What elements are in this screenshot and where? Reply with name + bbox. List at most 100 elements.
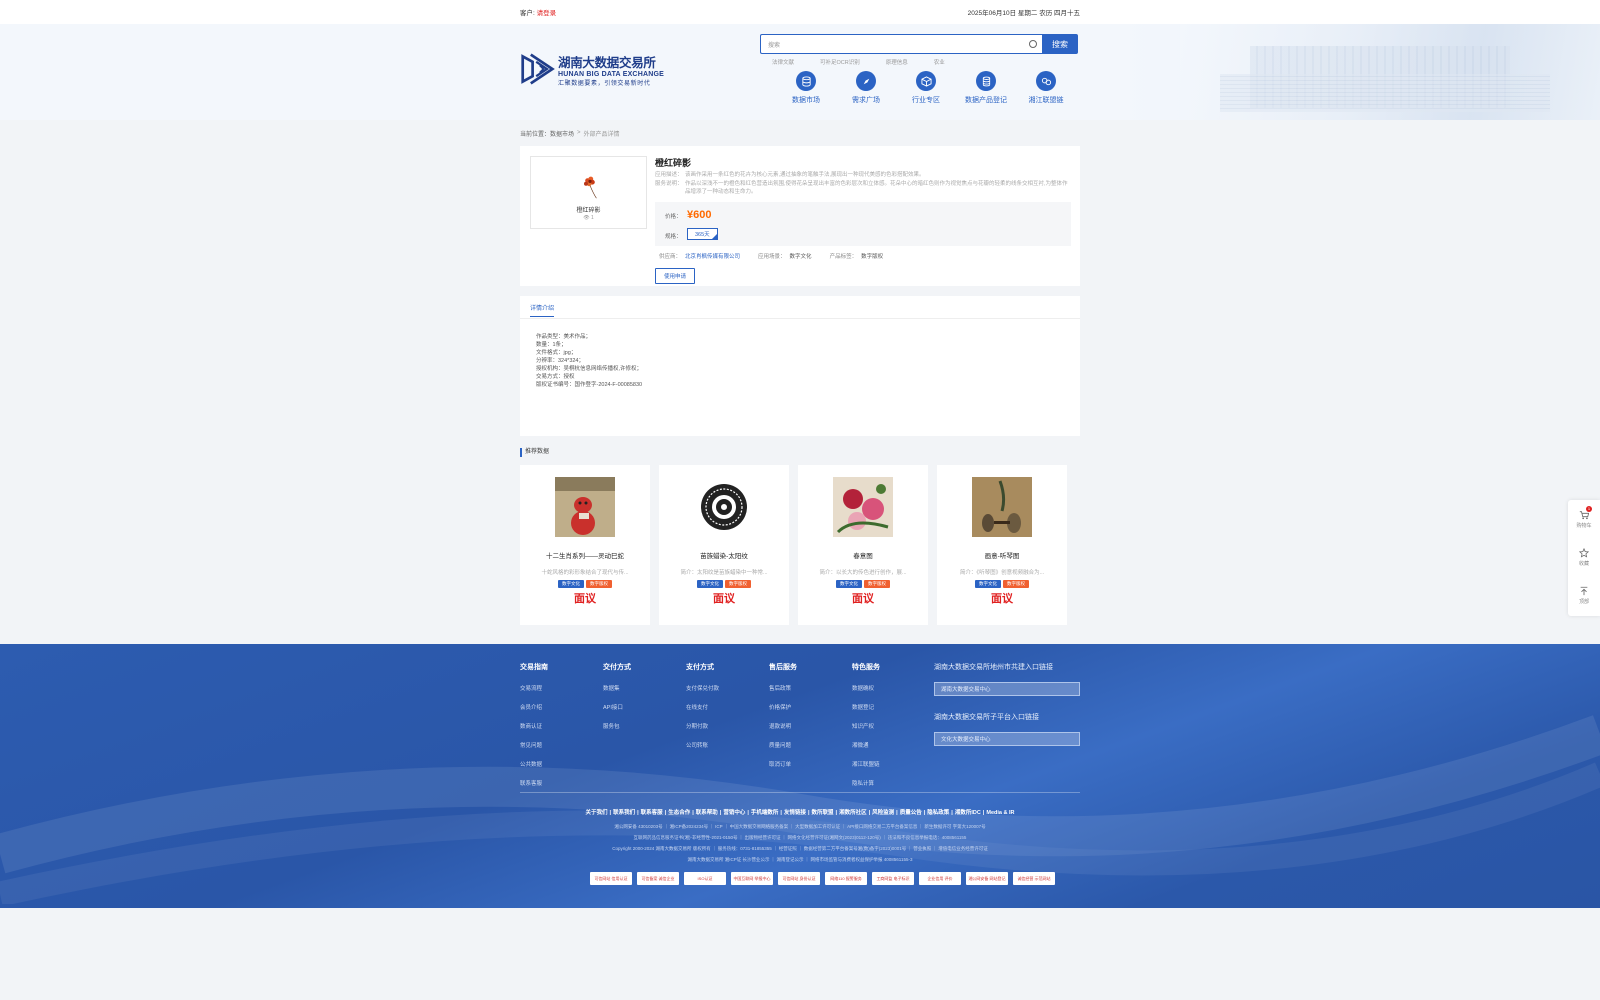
- nav-industry-zone[interactable]: 行业专区: [896, 71, 956, 105]
- footer-link[interactable]: 会员介绍: [520, 703, 603, 711]
- nav-data-market[interactable]: 数据市场: [776, 71, 836, 105]
- hot-word[interactable]: 法律文献: [772, 58, 794, 66]
- footer-link[interactable]: 分期付款: [686, 722, 769, 730]
- search-input[interactable]: 搜索: [760, 34, 1042, 54]
- recommend-tag: 数字版权: [1003, 580, 1029, 588]
- tag-label: 产品标签：: [829, 254, 858, 261]
- spec-option[interactable]: 365天: [687, 228, 718, 241]
- hot-word[interactable]: 农业: [934, 58, 945, 66]
- cart-button[interactable]: 1 购物车: [1568, 500, 1600, 538]
- footer-link[interactable]: 退款说明: [769, 722, 852, 730]
- footer-link[interactable]: 数商认证: [520, 722, 603, 730]
- recommend-tag: 数字版权: [864, 580, 890, 588]
- footer-bottom-link[interactable]: 营销中心: [723, 810, 745, 816]
- footer-link[interactable]: 数据集: [603, 684, 686, 692]
- footer-link[interactable]: 联系客服: [520, 779, 603, 787]
- detail-body: 作品类型：美术作品； 数量：1条； 文件格式：jpg； 分辨率：324*324；…: [520, 319, 1080, 403]
- tab-detail[interactable]: 详情介绍: [530, 303, 555, 317]
- product-desc-row: 应用描述： 该画作采用一条红色的花卉为核心元素,通过抽象的笔触手法,展现出一种现…: [655, 172, 1071, 179]
- certification-badge[interactable]: 工商网监 电子标识: [872, 872, 914, 885]
- recommend-card[interactable]: 苗族蜡染-太阳纹 简介：太阳纹是苗族蜡染中一种常... 数字文化 数字版权 面议: [659, 465, 789, 625]
- footer-link[interactable]: 取消订单: [769, 760, 852, 768]
- footer-link[interactable]: 交易流程: [520, 684, 603, 692]
- link-separator: |: [747, 810, 749, 816]
- tag-value: 数字版权: [861, 254, 884, 261]
- footer-bottom-link[interactable]: 生态合作: [668, 810, 690, 816]
- recommend-tag: 数字文化: [836, 580, 862, 588]
- apply-button[interactable]: 使用申请: [655, 268, 696, 285]
- detail-line: 数量：1条；: [536, 342, 567, 348]
- footer-col: 交付方式 数据集 API接口 服务包: [603, 662, 686, 798]
- footer-bottom-link[interactable]: 湘数所社区: [839, 810, 867, 816]
- footer-bottom-link[interactable]: 质量公告: [900, 810, 922, 816]
- site-logo[interactable]: 湖南大数据交易所 HUNAN BIG DATA EXCHANGE 汇聚数据要素，…: [520, 51, 664, 87]
- back-to-top-button[interactable]: 顶部: [1568, 576, 1600, 614]
- footer-col-title: 售后服务: [769, 664, 797, 671]
- recommend-desc: 十蛇风格的彩形象结合了现代与传...: [541, 570, 629, 576]
- footer-bottom-link[interactable]: 数所联盟: [812, 810, 834, 816]
- recommend-name: 十二生肖系列——灵动巳蛇: [546, 553, 624, 560]
- footer-bottom-link[interactable]: 联系客服: [641, 810, 663, 816]
- footer-link[interactable]: 价格保护: [769, 703, 852, 711]
- footer-link[interactable]: 知识产权: [852, 722, 935, 730]
- footer-bottom-link[interactable]: 手机端数所: [751, 810, 779, 816]
- footer-link[interactable]: 在线支付: [686, 703, 769, 711]
- footer-bottom-link[interactable]: 联系帮助: [696, 810, 718, 816]
- nav-product-register[interactable]: 数据产品登记: [956, 71, 1016, 105]
- footer-link[interactable]: 湘江联盟链: [852, 760, 935, 768]
- footer-link[interactable]: 售后政策: [769, 684, 852, 692]
- sub-platform-select[interactable]: 文化大数据交易中心: [934, 732, 1080, 746]
- search-icon[interactable]: [1029, 40, 1037, 48]
- footer-link[interactable]: 数据确权: [852, 684, 935, 692]
- footer-link[interactable]: 常见问题: [520, 741, 603, 749]
- footer-link[interactable]: 湘微通: [852, 741, 935, 749]
- recommend-name: 春意图: [853, 553, 873, 560]
- certification-badge[interactable]: 可信网站 身份认证: [778, 872, 820, 885]
- certification-badge[interactable]: 网络110 报警服务: [825, 872, 867, 885]
- recommend-card[interactable]: 十二生肖系列——灵动巳蛇 十蛇风格的彩形象结合了现代与传... 数字文化 数字版权…: [520, 465, 650, 625]
- footer-link[interactable]: 数据登记: [852, 703, 935, 711]
- footer-link[interactable]: API接口: [603, 703, 686, 711]
- footer-bottom-link[interactable]: 隐私政策: [927, 810, 949, 816]
- login-link[interactable]: 请登录: [537, 10, 557, 17]
- certification-badge[interactable]: 湘公网安备 网站登记: [966, 872, 1008, 885]
- certification-badge[interactable]: 可信备案 诚信企业: [637, 872, 679, 885]
- favorite-button[interactable]: 收藏: [1568, 538, 1600, 576]
- certification-badge[interactable]: 中国互联网 举报中心: [731, 872, 773, 885]
- recommend-card[interactable]: 画意-听琴图 简介：《听琴图》创意视频融合为... 数字文化 数字版权 面议: [937, 465, 1067, 625]
- certification-badge[interactable]: 可信网站 信用认证: [590, 872, 632, 885]
- supplier-link[interactable]: 北京肖枫传媒有限公司: [685, 252, 740, 260]
- nav-chain[interactable]: 湘江联盟链: [1016, 71, 1076, 105]
- hot-word[interactable]: 原理信息: [886, 58, 908, 66]
- footer-bottom-link[interactable]: 关于我们: [586, 810, 608, 816]
- certification-badge[interactable]: 企业信用 评价: [919, 872, 961, 885]
- recommend-card[interactable]: 春意图 简介：以长大的传色进行创作，展... 数字文化 数字版权 面议: [798, 465, 928, 625]
- recommend-price: 面议: [991, 593, 1013, 605]
- footer-link[interactable]: 公共数据: [520, 760, 603, 768]
- city-entry-select[interactable]: 湖南大数据交易中心: [934, 682, 1080, 696]
- favorite-label: 收藏: [1578, 561, 1589, 567]
- footer-link[interactable]: 公司转账: [686, 741, 769, 749]
- footer-bottom-link[interactable]: 风险监测: [872, 810, 894, 816]
- certification-badge[interactable]: 诚信经营 示范网站: [1013, 872, 1055, 885]
- hot-word[interactable]: 可补足OCR识别: [820, 58, 860, 66]
- footer-link[interactable]: 支付保兑付款: [686, 684, 769, 692]
- footer-link[interactable]: 服务包: [603, 722, 686, 730]
- footer-bottom-link[interactable]: 友情链接: [784, 810, 806, 816]
- detail-line: 分辨率：324*324；: [536, 358, 584, 364]
- nav-demand-square[interactable]: 需求广场: [836, 71, 896, 105]
- product-image[interactable]: 橙红碎影 👁 1: [530, 156, 647, 229]
- footer-bottom-link[interactable]: 联系我们: [613, 810, 635, 816]
- main-nav: 数据市场 需求广场 行业专区 数据产品登记 湘江联盟链: [776, 71, 1076, 105]
- footer-link[interactable]: 质量问题: [769, 741, 852, 749]
- detail-line: 文件格式：jpg；: [536, 350, 577, 356]
- recommend-name: 苗族蜡染-太阳纹: [700, 553, 748, 560]
- footer-bottom-link[interactable]: 湘数所IDC: [955, 810, 981, 816]
- breadcrumb-link[interactable]: 数据市场: [550, 129, 574, 138]
- search-button[interactable]: 搜索: [1042, 34, 1078, 54]
- recommend-desc: 简介：以长大的传色进行创作，展...: [819, 570, 907, 576]
- product-service-label: 服务说明：: [655, 181, 683, 188]
- footer-link[interactable]: 隐私计算: [852, 779, 935, 787]
- footer-bottom-link[interactable]: Media & IR: [986, 810, 1014, 816]
- certification-badge[interactable]: ISO认证: [684, 872, 726, 885]
